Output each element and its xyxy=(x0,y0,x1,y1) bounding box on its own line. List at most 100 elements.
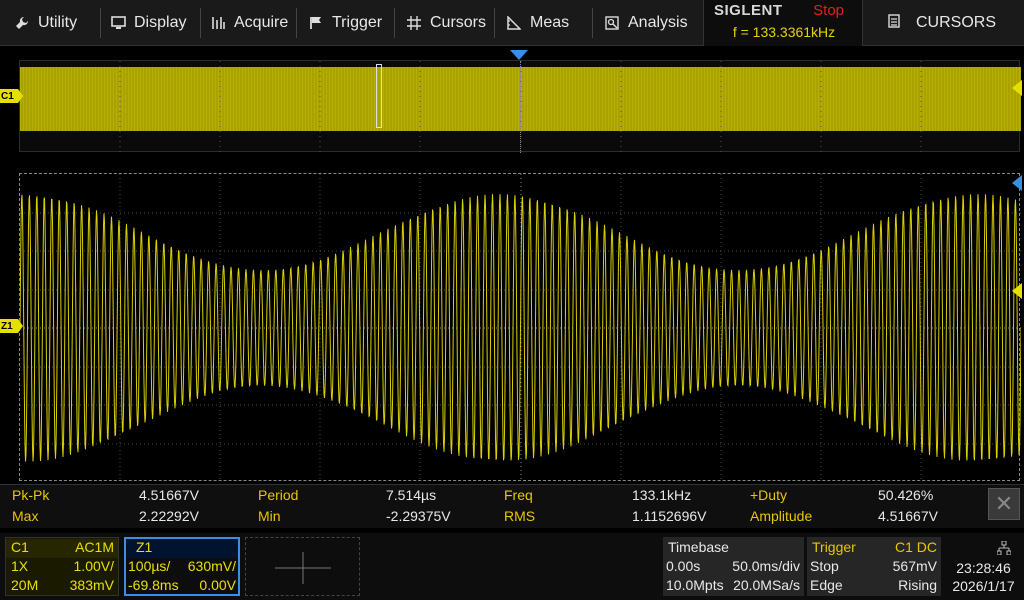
measurement-row: Pk-Pk 4.51667V Period 7.514µs Freq 133.1… xyxy=(0,487,985,508)
channel1-row: 1X 1.00V/ xyxy=(6,558,118,577)
trigger-state: Stop xyxy=(810,558,839,574)
menu-separator xyxy=(494,8,495,38)
zoom1-vscale: 630mV/ xyxy=(187,558,236,574)
trigger-type: Edge xyxy=(810,577,843,593)
timebase-delay: 0.00s xyxy=(666,558,701,574)
menu-trigger-label: Trigger xyxy=(332,14,383,31)
cursors-function-button[interactable]: CURSORS xyxy=(870,0,1024,46)
clock-box[interactable]: 23:28:46 2026/1/17 xyxy=(945,537,1022,596)
meas-label: RMS xyxy=(504,508,536,524)
crosshair-icon xyxy=(406,15,422,31)
meas-value: 133.1kHz xyxy=(632,487,692,503)
meas-label: Period xyxy=(258,487,299,503)
menu-separator xyxy=(200,8,201,38)
overview-center-line xyxy=(520,61,521,153)
menu-acquire-label: Acquire xyxy=(234,14,289,31)
top-menu-bar: Utility Display Acquire Trigger Cursors … xyxy=(0,0,1024,46)
clock-date-row: 2026/1/17 xyxy=(945,578,1022,597)
zoom1-info-box[interactable]: Z1 100µs/ 630mV/ -69.8ms 0.00V xyxy=(124,537,240,596)
menu-utility-label: Utility xyxy=(38,14,78,31)
meas-value: 1.1152696V xyxy=(632,508,707,524)
menu-utility[interactable]: Utility xyxy=(14,0,77,46)
frequency-readout: f = 133.3361kHz xyxy=(732,24,836,40)
trigger-slope: Rising xyxy=(898,577,937,593)
meas-label: Pk-Pk xyxy=(12,487,50,503)
timebase-row: 0.00s 50.0ms/div xyxy=(663,558,804,577)
trigger-title: Trigger xyxy=(812,539,856,555)
zoom1-offset: 0.00V xyxy=(199,577,236,593)
analysis-icon xyxy=(604,15,620,31)
channel1-offset-marker[interactable]: C1 xyxy=(0,89,23,103)
channel1-offset: 383mV xyxy=(69,577,114,593)
wrench-icon xyxy=(14,15,30,31)
meas-label: Amplitude xyxy=(750,508,813,524)
zoom-trigger-level-marker[interactable] xyxy=(1012,283,1022,299)
zoom1-offset-marker[interactable]: Z1 xyxy=(0,319,23,333)
measurement-panel[interactable]: Pk-Pk 4.51667V Period 7.514µs Freq 133.1… xyxy=(0,484,1024,528)
plus-icon xyxy=(275,552,331,584)
menu-cursors-label: Cursors xyxy=(430,14,487,31)
trigger-position-marker[interactable] xyxy=(510,50,528,60)
menu-trigger[interactable]: Trigger xyxy=(308,0,382,46)
menu-separator xyxy=(100,8,101,38)
channel1-coupling: AC1M xyxy=(75,539,114,555)
network-icon xyxy=(997,541,1011,555)
meas-value: 50.426% xyxy=(878,487,934,503)
trigger-row: Edge Rising xyxy=(807,577,941,596)
clock-time-row: 23:28:46 xyxy=(945,560,1022,579)
status-box[interactable]: SIGLENT Stop f = 133.3361kHz xyxy=(703,0,863,46)
clock-date: 2026/1/17 xyxy=(952,578,1015,594)
meas-value: 2.22292V xyxy=(139,508,199,524)
menu-analysis[interactable]: Analysis xyxy=(604,0,688,46)
trigger-row: Stop 567mV xyxy=(807,558,941,577)
zoom1-marker-label: Z1 xyxy=(1,320,13,332)
channel1-name: C1 xyxy=(11,539,29,555)
zoom1-row: 100µs/ 630mV/ xyxy=(126,558,238,577)
meas-label: Freq xyxy=(504,487,533,503)
network-status xyxy=(945,539,1022,558)
zoom1-row: -69.8ms 0.00V xyxy=(126,577,238,596)
channel1-bandwidth: 20M xyxy=(11,577,39,593)
bottom-status-bar: C1 AC1M 1X 1.00V/ 20M 383mV Z1 100µs/ 63… xyxy=(0,533,1024,600)
ruler-icon xyxy=(506,15,522,31)
menu-acquire[interactable]: Acquire xyxy=(210,0,288,46)
timebase-scale: 50.0ms/div xyxy=(732,558,800,574)
menu-separator xyxy=(296,8,297,38)
meas-value: 7.514µs xyxy=(386,487,437,503)
cursors-function-label: CURSORS xyxy=(916,14,997,31)
channel1-header: C1 AC1M xyxy=(6,539,118,558)
menu-display[interactable]: Display xyxy=(110,0,186,46)
acquire-icon xyxy=(210,15,226,31)
list-icon xyxy=(888,13,900,33)
zoom-trigger-position-marker[interactable] xyxy=(1012,175,1022,191)
measurement-row: Max 2.22292V Min -2.29375V RMS 1.1152696… xyxy=(0,508,985,529)
menu-display-label: Display xyxy=(134,14,187,31)
menu-meas[interactable]: Meas xyxy=(506,0,569,46)
trigger-level: 567mV xyxy=(892,558,937,574)
trigger-source: C1 DC xyxy=(894,539,937,555)
trigger-info-box[interactable]: Trigger C1 DC Stop 567mV Edge Rising xyxy=(807,537,941,596)
monitor-icon xyxy=(110,15,126,31)
channel1-info-box[interactable]: C1 AC1M 1X 1.00V/ 20M 383mV xyxy=(5,537,119,596)
menu-separator xyxy=(592,8,593,38)
zoom1-delay: -69.8ms xyxy=(128,577,179,593)
timebase-header: Timebase xyxy=(663,539,804,558)
add-channel-slot[interactable] xyxy=(245,537,360,596)
channel1-probe: 1X xyxy=(11,558,29,574)
menu-separator xyxy=(394,8,395,38)
channel1-trigger-level-marker[interactable] xyxy=(1012,80,1022,96)
menu-analysis-label: Analysis xyxy=(628,14,688,31)
measurement-close-button[interactable]: ✕ xyxy=(988,488,1020,520)
run-state: Stop xyxy=(813,2,844,19)
zoom-window-indicator[interactable] xyxy=(376,64,382,128)
meas-value: 4.51667V xyxy=(139,487,199,503)
brand-logo: SIGLENT xyxy=(714,2,783,19)
zoom1-header: Z1 xyxy=(126,539,238,558)
channel1-scale: 1.00V/ xyxy=(73,558,114,574)
timebase-memory: 10.0Mpts xyxy=(666,577,724,593)
overview-waveform[interactable] xyxy=(19,60,1021,153)
zoom-waveform-grid[interactable] xyxy=(19,173,1021,482)
meas-label: Max xyxy=(12,508,39,524)
timebase-info-box[interactable]: Timebase 0.00s 50.0ms/div 10.0Mpts 20.0M… xyxy=(663,537,804,596)
menu-cursors[interactable]: Cursors xyxy=(406,0,486,46)
